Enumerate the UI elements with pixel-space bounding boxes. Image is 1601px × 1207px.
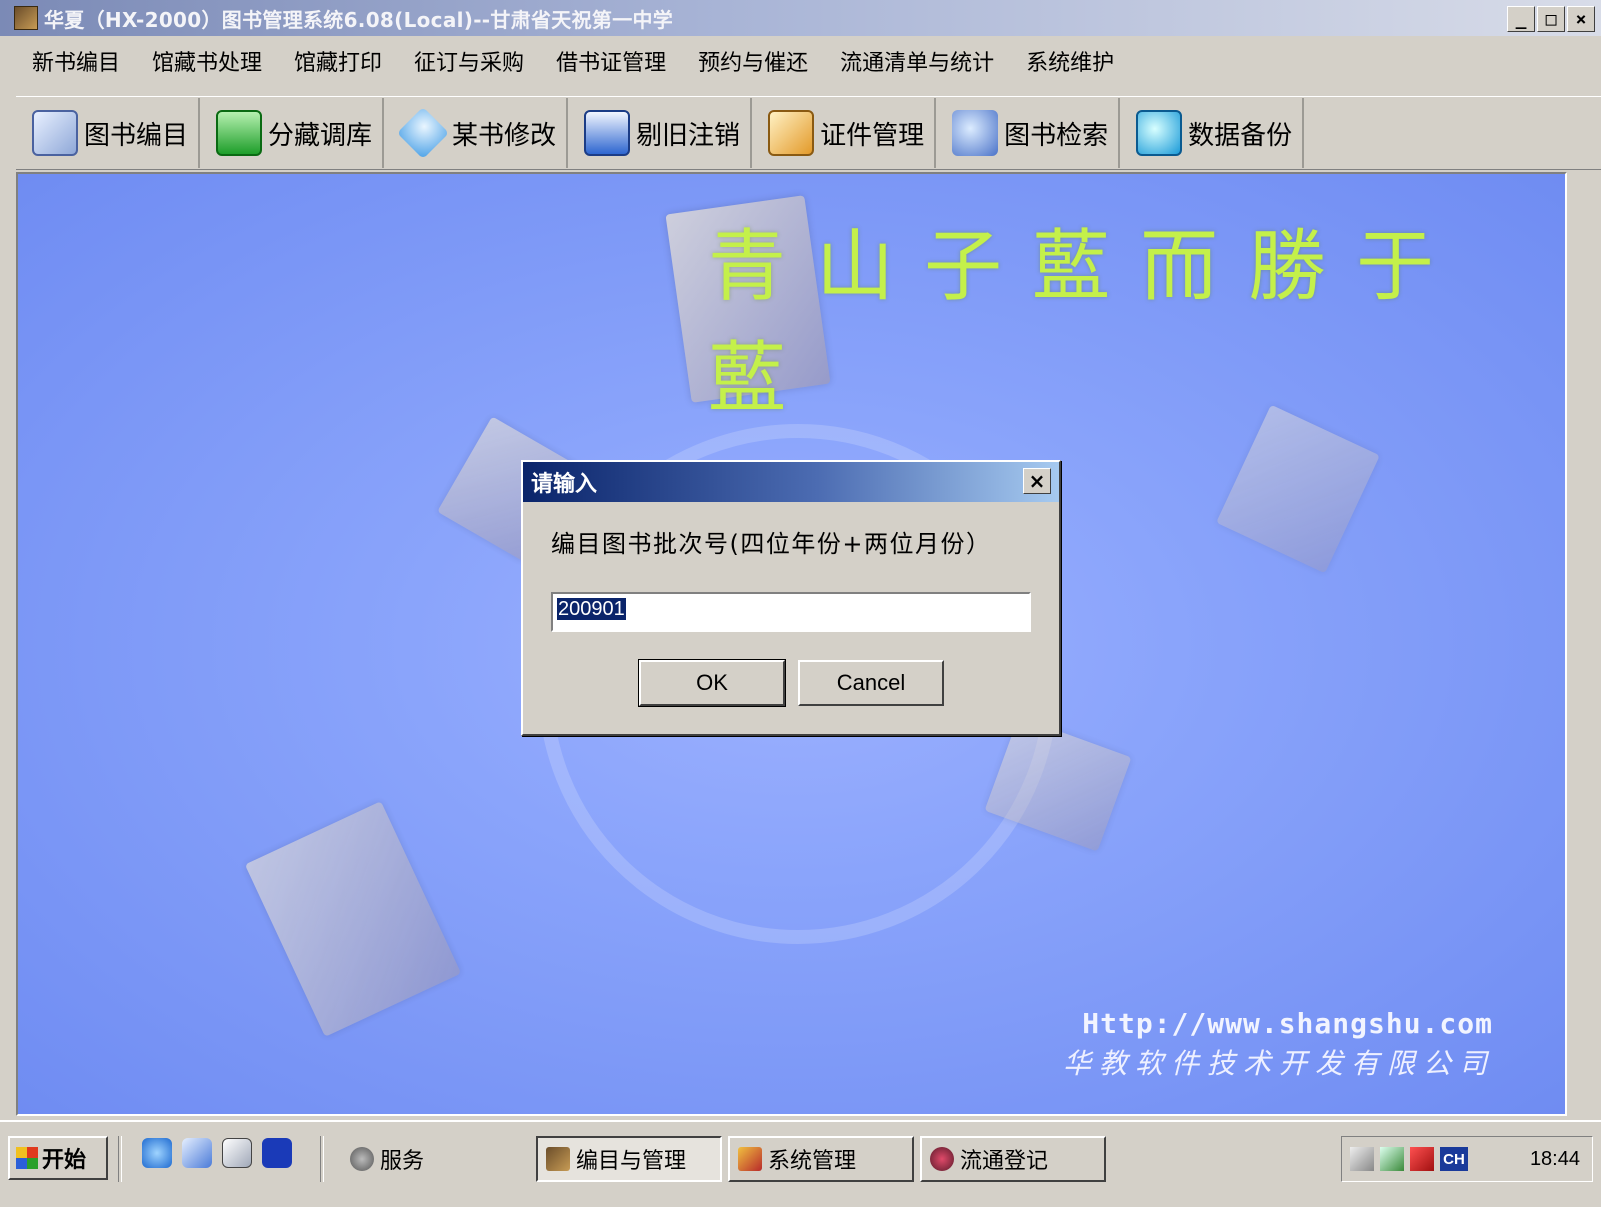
menu-system-maintenance[interactable]: 系统维护 — [1016, 44, 1136, 84]
catalog-label: 图书编目 — [84, 120, 189, 151]
application-window: 华夏（HX-2000）图书管理系统6.08(Local)--甘肃省天祝第一中学 … — [0, 0, 1601, 1207]
backup-button[interactable]: 数据备份 — [1120, 98, 1305, 168]
language-indicator[interactable]: CH — [1440, 1147, 1468, 1171]
taskbar-task-system[interactable]: 系统管理 — [728, 1136, 914, 1182]
toolbar: 图书编目 分藏调库 某书修改 剔旧注销 证件管理 图书检索 数据备份 — [16, 96, 1601, 170]
cancel-button[interactable]: Cancel — [798, 660, 944, 706]
volume-icon[interactable] — [1350, 1147, 1374, 1171]
backup-icon — [1136, 110, 1183, 156]
minimize-button[interactable]: _ — [1507, 6, 1535, 32]
card-icon — [768, 110, 815, 156]
window-controls: _ □ × — [1507, 6, 1595, 32]
menu-collection-process[interactable]: 馆藏书处理 — [142, 44, 284, 84]
anchor-app-icon[interactable] — [262, 1138, 292, 1168]
card-management-button[interactable]: 证件管理 — [752, 98, 937, 168]
weed-button[interactable]: 剔旧注销 — [568, 98, 753, 168]
company-name: 华教软件技术开发有限公司 — [1062, 1047, 1495, 1080]
taskbar: 开始 服务 编目与管理 系统管理 流通登记 CH 18:44 — [0, 1120, 1601, 1207]
weed-icon — [584, 110, 631, 156]
transfer-icon — [216, 110, 263, 156]
transfer-button[interactable]: 分藏调库 — [200, 98, 385, 168]
app-icon — [14, 6, 38, 30]
company-url: Http://www.shangshu.com — [1082, 1007, 1493, 1040]
network-icon[interactable] — [1380, 1147, 1404, 1171]
menu-collection-print[interactable]: 馆藏打印 — [284, 44, 404, 84]
transfer-label: 分藏调库 — [268, 120, 373, 151]
internet-explorer-icon[interactable] — [142, 1138, 172, 1168]
system-manage-icon — [738, 1147, 762, 1171]
system-tray: CH 18:44 — [1341, 1136, 1593, 1182]
edit-icon — [397, 106, 450, 160]
menu-bar: 新书编目 馆藏书处理 馆藏打印 征订与采购 借书证管理 预约与催还 流通清单与统… — [0, 36, 1601, 92]
book-search-label: 图书检索 — [1004, 120, 1109, 151]
dialog-prompt: 编目图书批次号(四位年份+两位月份） — [551, 530, 992, 558]
taskbar-separator — [118, 1136, 122, 1182]
windows-logo-icon — [16, 1147, 38, 1169]
taskbar-separator — [320, 1136, 324, 1182]
dialog-title: 请输入 — [531, 472, 598, 497]
batch-number-value: 200901 — [557, 598, 626, 620]
edit-book-label: 某书修改 — [452, 120, 557, 151]
taskbar-task-circulation[interactable]: 流通登记 — [920, 1136, 1106, 1182]
batch-number-input[interactable]: 200901 — [551, 592, 1031, 632]
card-management-label: 证件管理 — [820, 120, 925, 151]
app-icon — [546, 1147, 570, 1171]
gear-icon — [350, 1147, 374, 1171]
circulation-icon — [930, 1147, 954, 1171]
task-system-label: 系统管理 — [768, 1149, 857, 1174]
catalog-button[interactable]: 图书编目 — [16, 98, 201, 168]
menu-new-catalog[interactable]: 新书编目 — [22, 44, 142, 84]
outlook-icon[interactable] — [182, 1138, 212, 1168]
window-title: 华夏（HX-2000）图书管理系统6.08(Local)--甘肃省天祝第一中学 — [44, 7, 674, 32]
input-dialog: 请输入 × 编目图书批次号(四位年份+两位月份） 200901 OK Cance… — [521, 460, 1061, 736]
ok-button[interactable]: OK — [638, 659, 786, 707]
book-search-button[interactable]: 图书检索 — [936, 98, 1121, 168]
clock[interactable]: 18:44 — [1530, 1148, 1580, 1171]
weed-label: 剔旧注销 — [636, 120, 741, 151]
start-button[interactable]: 开始 — [8, 1136, 108, 1180]
close-button[interactable]: × — [1567, 6, 1595, 32]
dialog-title-bar[interactable]: 请输入 × — [523, 462, 1059, 502]
decorative-book-image — [244, 801, 462, 1037]
maximize-button[interactable]: □ — [1537, 6, 1565, 32]
services-label: 服务 — [380, 1149, 425, 1174]
seal-script-motto: 青山子藍而勝于藍 — [708, 222, 1465, 424]
menu-library-card[interactable]: 借书证管理 — [546, 44, 688, 84]
menu-circulation-stats[interactable]: 流通清单与统计 — [830, 44, 1016, 84]
task-catalog-label: 编目与管理 — [576, 1149, 687, 1174]
title-bar[interactable]: 华夏（HX-2000）图书管理系统6.08(Local)--甘肃省天祝第一中学 … — [0, 0, 1601, 36]
edit-book-button[interactable]: 某书修改 — [384, 98, 569, 168]
decorative-book-image — [1216, 404, 1380, 574]
task-circulation-label: 流通登记 — [960, 1149, 1049, 1174]
search-icon — [952, 110, 999, 156]
show-desktop-icon[interactable] — [222, 1138, 252, 1168]
antivirus-icon[interactable] — [1410, 1147, 1434, 1171]
start-label: 开始 — [42, 1148, 87, 1173]
menu-reservation[interactable]: 预约与催还 — [688, 44, 830, 84]
catalog-icon — [32, 110, 78, 156]
taskbar-services[interactable]: 服务 — [340, 1136, 510, 1182]
taskbar-task-catalog[interactable]: 编目与管理 — [536, 1136, 722, 1182]
menu-ordering[interactable]: 征订与采购 — [404, 44, 546, 84]
backup-label: 数据备份 — [1188, 120, 1293, 151]
dialog-close-button[interactable]: × — [1023, 468, 1051, 494]
